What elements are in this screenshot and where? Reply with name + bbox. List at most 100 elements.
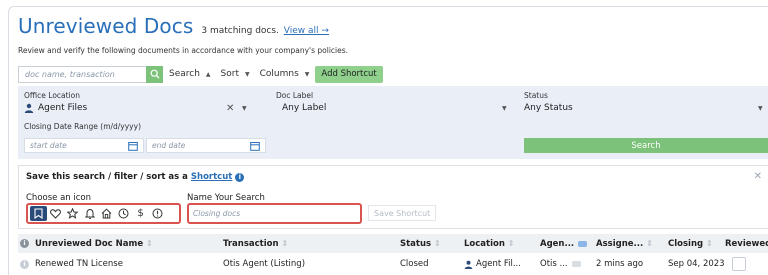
chat-icon (578, 240, 588, 247)
user-icon (464, 260, 473, 269)
choose-icon-label: Choose an icon (26, 193, 92, 203)
start-date-input[interactable]: start date (24, 138, 144, 153)
cell-agent-text: Otis ... (540, 259, 568, 269)
calendar-icon (250, 141, 260, 151)
col-location[interactable]: Location ⇕ (464, 234, 515, 253)
close-icon[interactable]: ✕ (754, 171, 762, 182)
col-agent-label: Agen... (540, 238, 575, 249)
columns-dropdown[interactable]: Columns ▼ (260, 69, 310, 79)
clear-icon[interactable]: ✕ (226, 103, 234, 114)
cell-assignee: 2 mins ago (596, 259, 644, 269)
sort-icon: ⇕ (281, 239, 289, 248)
sort-label: Sort (220, 69, 239, 79)
view-all-link[interactable]: View all → (284, 26, 329, 36)
cell-closing: Sep 04, 2023 (668, 259, 725, 269)
end-date-placeholder: end date (152, 141, 186, 150)
info-icon[interactable]: i (20, 253, 29, 275)
doc-label-label: Doc Label (276, 91, 314, 100)
status-select[interactable]: Any Status ▼ (524, 103, 764, 113)
sort-icon: ⇕ (434, 239, 441, 248)
doc-label-select[interactable]: Any Label ▼ (276, 103, 508, 113)
search-toggle[interactable]: Search ▲ (169, 69, 211, 79)
col-status[interactable]: Status ⇕ (400, 234, 441, 253)
shortcut-panel-title: Save this search / filter / sort as a Sh… (26, 172, 245, 182)
col-status-label: Status (400, 238, 432, 249)
shortcut-title-text: Save this search / filter / sort as a (26, 172, 188, 182)
page-title: Unreviewed Docs (18, 14, 194, 38)
clock-icon[interactable] (115, 206, 132, 221)
chevron-down-icon: ▼ (502, 104, 507, 112)
office-location-select[interactable]: Agent Files ✕ ▼ (24, 103, 258, 114)
icon-picker: $ (26, 203, 181, 224)
search-input[interactable]: doc name, transaction (18, 65, 146, 83)
chevron-down-icon: ▼ (242, 104, 247, 112)
page-subtitle: Review and verify the following document… (18, 46, 349, 55)
sort-icon: ⇕ (146, 239, 153, 248)
heart-icon[interactable] (47, 206, 64, 221)
search-toggle-label: Search (169, 69, 200, 79)
col-reviewed-label: Reviewed (725, 238, 768, 249)
cell-location-text: Agent Fil... (476, 259, 521, 269)
reviewed-checkbox[interactable] (732, 253, 746, 275)
doc-label-value: Any Label (282, 103, 327, 113)
table-row[interactable]: i Renewed TN License Otis Agent (Listing… (18, 253, 768, 275)
user-icon (24, 103, 34, 113)
col-agent[interactable]: Agen... (540, 234, 588, 253)
sort-icon: ⇕ (706, 239, 713, 248)
caret-down-icon: ▼ (304, 70, 310, 78)
status-label: Status (524, 91, 548, 100)
end-date-input[interactable]: end date (146, 138, 266, 153)
bell-icon[interactable] (81, 206, 98, 221)
col-doc-name[interactable]: Unreviewed Doc Name ⇕ (35, 234, 153, 253)
cell-status: Closed (400, 259, 429, 269)
search-submit-button[interactable] (146, 65, 163, 83)
col-reviewed[interactable]: Reviewed (725, 234, 768, 253)
add-shortcut-button[interactable]: Add Shortcut (315, 65, 383, 83)
col-transaction[interactable]: Transaction ⇕ (223, 234, 288, 253)
col-doc-name-label: Unreviewed Doc Name (35, 238, 144, 249)
page-header: Unreviewed Docs 3 matching docs. View al… (18, 14, 329, 38)
office-location-value: Agent Files (38, 103, 88, 113)
caret-down-icon: ▼ (245, 70, 250, 78)
sort-icon: ⇕ (646, 239, 653, 248)
filter-search-button[interactable]: Search (524, 138, 768, 153)
info-icon: i (20, 234, 29, 253)
cell-transaction[interactable]: Otis Agent (Listing) (223, 253, 305, 275)
match-count-text: 3 matching docs. View all → (201, 26, 329, 36)
col-assignee[interactable]: Assigne... ⇕ (596, 234, 653, 253)
search-icon (150, 69, 159, 79)
save-shortcut-panel: Save this search / filter / sort as a Sh… (18, 165, 768, 229)
shortcut-help-link[interactable]: Shortcut (191, 172, 232, 182)
col-transaction-label: Transaction (223, 238, 279, 249)
cell-agent: Otis ... (540, 253, 581, 275)
table-header: i Unreviewed Doc Name ⇕ Transaction ⇕ Stat… (18, 234, 768, 253)
shortcut-name-input[interactable]: Closing docs (187, 203, 362, 224)
info-icon[interactable]: i (235, 172, 245, 182)
match-count: 3 matching docs. (201, 26, 279, 36)
col-closing-label: Closing (668, 238, 704, 249)
toolbar: doc name, transaction Search ▲ Sort ▼ Co… (18, 65, 383, 83)
calendar-icon (128, 141, 138, 151)
cell-doc-name[interactable]: Renewed TN License (35, 253, 123, 275)
chevron-down-icon: ▼ (758, 104, 763, 112)
caret-up-icon: ▲ (205, 70, 211, 78)
sort-dropdown[interactable]: Sort ▼ (221, 69, 250, 79)
dollar-icon[interactable]: $ (132, 206, 149, 221)
filter-panel: Office Location Agent Files ✕ ▼ Doc Labe… (18, 86, 768, 159)
bookmark-icon[interactable] (30, 206, 47, 221)
home-icon[interactable] (98, 206, 115, 221)
office-location-label: Office Location (24, 91, 80, 100)
sort-icon: ⇕ (507, 239, 515, 248)
name-search-label: Name Your Search (187, 193, 265, 203)
status-value: Any Status (524, 103, 573, 113)
col-assignee-label: Assigne... (596, 238, 644, 249)
save-shortcut-button[interactable]: Save Shortcut (368, 205, 437, 221)
chat-icon[interactable] (571, 261, 581, 267)
columns-label: Columns (259, 69, 299, 79)
closing-date-label: Closing Date Range (m/d/yyyy) (24, 122, 141, 131)
star-icon[interactable] (64, 206, 81, 221)
start-date-placeholder: start date (30, 141, 67, 150)
col-closing[interactable]: Closing ⇕ (668, 234, 713, 253)
cell-location: Agent Fil... (464, 253, 521, 275)
alert-icon[interactable] (149, 206, 166, 221)
